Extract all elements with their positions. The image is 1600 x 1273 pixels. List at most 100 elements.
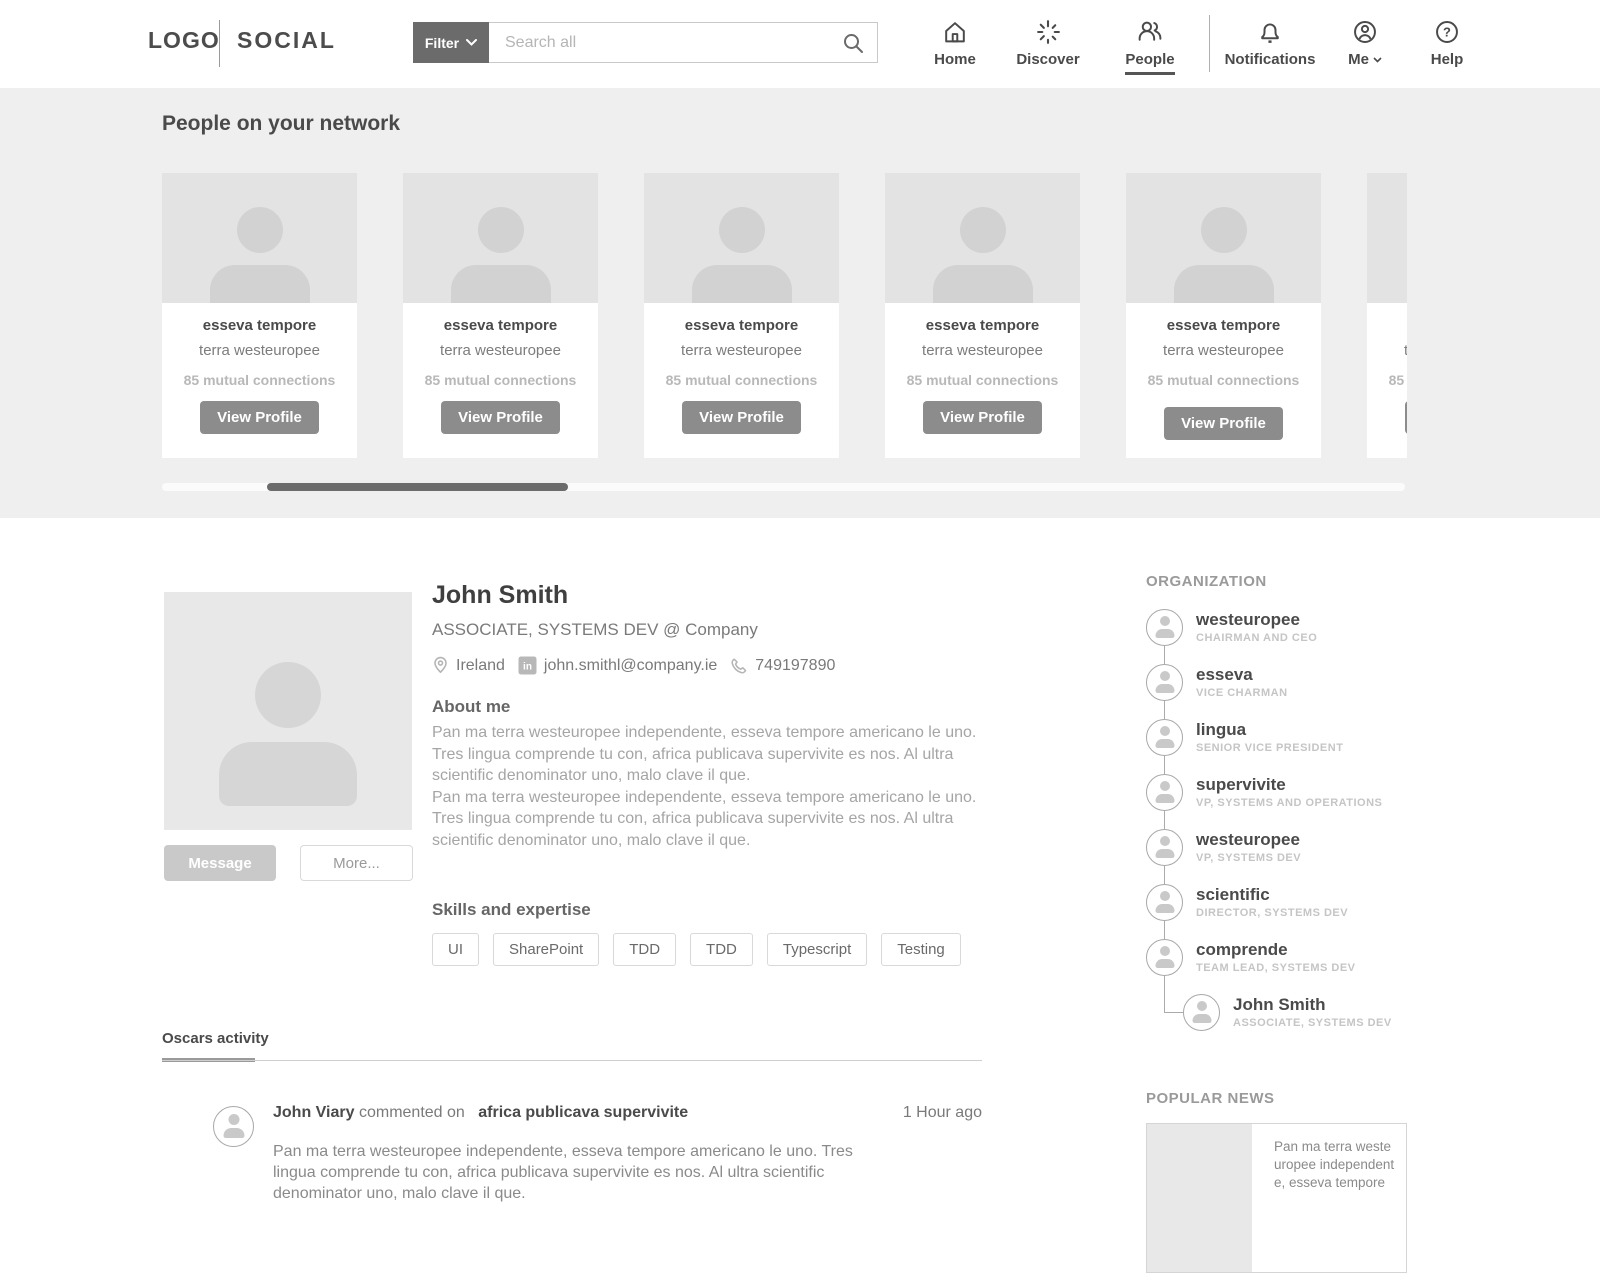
nav-item-label: People <box>1125 51 1174 75</box>
org-member-row[interactable]: scientific DIRECTOR, SYSTEMS DEV <box>1146 884 1407 921</box>
skills-title: Skills and expertise <box>432 900 992 920</box>
nav-item-people[interactable]: People <box>1110 18 1190 68</box>
org-member-row[interactable]: esseva VICE CHARMAN <box>1146 664 1407 701</box>
more-button[interactable]: More... <box>300 845 413 881</box>
bell-icon <box>1256 18 1284 46</box>
person-name: esseva tempore <box>652 317 831 334</box>
mutual-connections: 85 mutual connections <box>893 372 1072 388</box>
org-member-row[interactable]: westeuropee CHAIRMAN AND CEO <box>1146 609 1407 646</box>
profile-photo-placeholder <box>164 592 412 830</box>
org-member-role: DIRECTOR, SYSTEMS DEV <box>1196 907 1348 919</box>
org-member-role: ASSOCIATE, SYSTEMS DEV <box>1233 1017 1392 1029</box>
carousel-scrollbar-thumb[interactable] <box>267 483 568 491</box>
skill-chip[interactable]: TDD <box>690 933 753 966</box>
org-member-avatar <box>1146 884 1183 921</box>
activity-action: commented on <box>359 1104 465 1121</box>
person-card: esseva tempore terra westeuropee 85 mutu… <box>1367 173 1407 458</box>
mutual-connections: 85 mutual connections <box>1134 372 1313 388</box>
view-profile-button[interactable]: View Profile <box>441 401 560 434</box>
view-profile-button[interactable]: View Profile <box>682 401 801 434</box>
discover-icon <box>1034 18 1062 46</box>
filter-button[interactable]: Filter <box>413 22 489 63</box>
nav-item-notifications[interactable]: Notifications <box>1205 18 1335 68</box>
nav-item-home[interactable]: Home <box>915 18 995 68</box>
carousel-scrollbar[interactable] <box>162 483 1405 491</box>
news-image-placeholder <box>1147 1124 1252 1272</box>
comment-text: Pan ma terra westeuropee independente, e… <box>273 1141 879 1204</box>
view-profile-button[interactable]: View Profile <box>1164 407 1283 440</box>
profile-page: Message More... John Smith ASSOCIATE, SY… <box>0 518 1600 1199</box>
skill-chip[interactable]: Testing <box>881 933 961 966</box>
about-me-paragraph: Pan ma terra westeuropee independente, e… <box>432 722 992 787</box>
profile-headline: ASSOCIATE, SYSTEMS DEV @ Company <box>432 620 992 640</box>
nav-item-label: Discover <box>1016 51 1079 68</box>
org-member-name: westeuropee <box>1196 831 1301 848</box>
section-title: People on your network <box>162 112 400 136</box>
news-card[interactable]: Pan ma terra westeuropee independente, e… <box>1146 1123 1407 1273</box>
location-entry: Ireland <box>432 656 505 675</box>
org-member-row[interactable]: John Smith ASSOCIATE, SYSTEMS DEV <box>1183 994 1407 1031</box>
svg-text:in: in <box>523 662 532 673</box>
org-member-name: westeuropee <box>1196 611 1317 628</box>
skill-chip[interactable]: TDD <box>613 933 676 966</box>
activity-feed: John Viary commented on africa publicava… <box>162 1104 982 1204</box>
org-member-row[interactable]: supervivite VP, SYSTEMS AND OPERATIONS <box>1146 774 1407 811</box>
contact-row: Ireland in john.smithl@company.ie 749197… <box>432 656 992 675</box>
about-me-paragraph: Pan ma terra westeuropee independente, e… <box>432 787 992 852</box>
search-input[interactable] <box>489 23 877 62</box>
person-name: esseva tempore <box>170 317 349 334</box>
person-card: esseva tempore terra westeuropee 85 mutu… <box>885 173 1080 458</box>
mutual-connections: 85 mutual connections <box>652 372 831 388</box>
org-member-avatar <box>1146 664 1183 701</box>
view-profile-button[interactable]: View Profile <box>200 401 319 434</box>
org-member-role: VP, SYSTEMS AND OPERATIONS <box>1196 797 1382 809</box>
nav-item-discover[interactable]: Discover <box>1008 18 1088 68</box>
skill-chip[interactable]: UI <box>432 933 479 966</box>
search-field-container <box>489 22 878 63</box>
people-icon <box>1136 18 1164 46</box>
view-profile-button[interactable]: View Profile <box>1405 401 1407 434</box>
org-member-row[interactable]: westeuropee VP, SYSTEMS DEV <box>1146 829 1407 866</box>
nav-item-label: Notifications <box>1225 51 1316 68</box>
mutual-connections: 85 mutual connections <box>170 372 349 388</box>
right-sidebar: ORGANIZATION westeuropee CHAIRMAN AND CE… <box>1146 573 1407 1273</box>
location-pin-icon <box>432 656 449 675</box>
activity-divider <box>162 1058 982 1062</box>
org-member-role: VICE CHARMAN <box>1196 687 1288 699</box>
organization-title: ORGANIZATION <box>1146 573 1407 590</box>
person-photo-placeholder <box>644 173 839 303</box>
email-entry[interactable]: in john.smithl@company.ie <box>518 656 717 675</box>
top-navigation-bar: LOGO SOCIAL Filter Home <box>0 0 1600 88</box>
home-icon <box>941 18 969 46</box>
nav-item-label: Help <box>1431 51 1464 68</box>
brand-title: SOCIAL <box>237 27 336 54</box>
org-member-name: scientific <box>1196 886 1348 903</box>
org-member-row[interactable]: comprende TEAM LEAD, SYSTEMS DEV <box>1146 939 1407 976</box>
skill-chip[interactable]: Typescript <box>767 933 867 966</box>
person-name: esseva tempore <box>1134 317 1313 334</box>
view-profile-button[interactable]: View Profile <box>923 401 1042 434</box>
help-icon: ? <box>1433 18 1461 46</box>
skill-chip[interactable]: SharePoint <box>493 933 599 966</box>
org-member-avatar <box>1183 994 1220 1031</box>
popular-news-title: POPULAR NEWS <box>1146 1090 1407 1107</box>
news-text: Pan ma terra westeuropee independente, e… <box>1252 1124 1406 1272</box>
search-icon[interactable] <box>841 31 866 56</box>
org-member-row[interactable]: lingua SENIOR VICE PRESIDENT <box>1146 719 1407 756</box>
activity-section: Oscars activity John Viary commented on … <box>162 1030 982 1204</box>
message-button[interactable]: Message <box>164 845 276 881</box>
person-name: esseva tempore <box>1375 317 1407 334</box>
nav-item-me[interactable]: Me <box>1330 18 1400 68</box>
person-subtitle: terra westeuropee <box>1134 342 1313 359</box>
person-subtitle: terra westeuropee <box>170 342 349 359</box>
person-photo-placeholder <box>885 173 1080 303</box>
nav-item-help[interactable]: ? Help <box>1407 18 1487 68</box>
about-me-title: About me <box>432 697 992 717</box>
activity-target[interactable]: africa publicava supervivite <box>478 1104 688 1121</box>
activity-divider-line <box>162 1060 982 1061</box>
commenter-name[interactable]: John Viary <box>273 1104 355 1121</box>
mutual-connections: 85 mutual connections <box>1375 372 1407 388</box>
org-member-name: supervivite <box>1196 776 1382 793</box>
commenter-avatar <box>213 1106 254 1147</box>
profile-email[interactable]: john.smithl@company.ie <box>544 657 717 675</box>
